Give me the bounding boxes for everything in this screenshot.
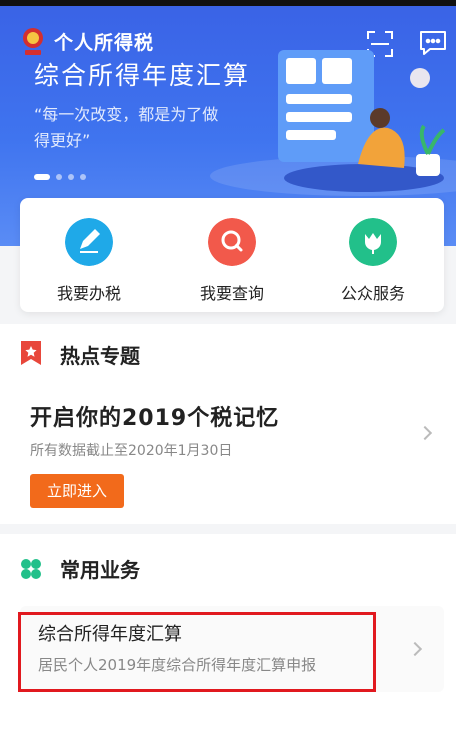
banner-illustration bbox=[278, 50, 446, 192]
quick-action-label: 我要查询 bbox=[199, 284, 264, 303]
carousel-indicator bbox=[34, 174, 86, 180]
carousel-dot-active bbox=[34, 174, 50, 180]
quick-action-label: 我要办税 bbox=[56, 284, 121, 303]
chevron-right-icon bbox=[417, 425, 433, 441]
tulip-icon bbox=[349, 218, 397, 266]
grid-icon bbox=[21, 559, 41, 579]
carousel-dot bbox=[56, 174, 62, 180]
chevron-right-icon bbox=[407, 641, 423, 657]
carousel-dot bbox=[80, 174, 86, 180]
hot-topic-subtitle: 所有数据截止至2020年1月30日 bbox=[30, 443, 233, 459]
quick-action-file-tax[interactable]: 我要办税 bbox=[34, 218, 144, 304]
highlight-box bbox=[18, 612, 376, 692]
banner-headline: 综合所得年度汇算 bbox=[34, 61, 251, 90]
enter-now-button[interactable]: 立即进入 bbox=[30, 474, 124, 508]
pencil-icon bbox=[65, 218, 113, 266]
quick-action-query[interactable]: 我要查询 bbox=[177, 218, 287, 304]
section-title: 热点专题 bbox=[60, 344, 140, 368]
bookmark-star-icon bbox=[21, 341, 41, 365]
quick-action-label: 公众服务 bbox=[340, 284, 405, 303]
tax-emblem-icon bbox=[23, 28, 43, 55]
quick-actions-card: 我要办税 我要查询 公众服务 bbox=[20, 198, 444, 312]
carousel-dot bbox=[68, 174, 74, 180]
search-icon bbox=[208, 218, 256, 266]
section-title: 常用业务 bbox=[60, 558, 140, 582]
hot-topic-title: 开启你的2019个税记忆 bbox=[30, 406, 280, 431]
banner-subtitle: “每一次改变，都是为了做得更好” bbox=[34, 105, 219, 150]
hot-topics-section: 热点专题 开启你的2019个税记忆 所有数据截止至2020年1月30日 立即进入 bbox=[0, 324, 456, 524]
app-title: 个人所得税 bbox=[54, 32, 155, 54]
quick-action-public-service[interactable]: 公众服务 bbox=[318, 218, 428, 304]
